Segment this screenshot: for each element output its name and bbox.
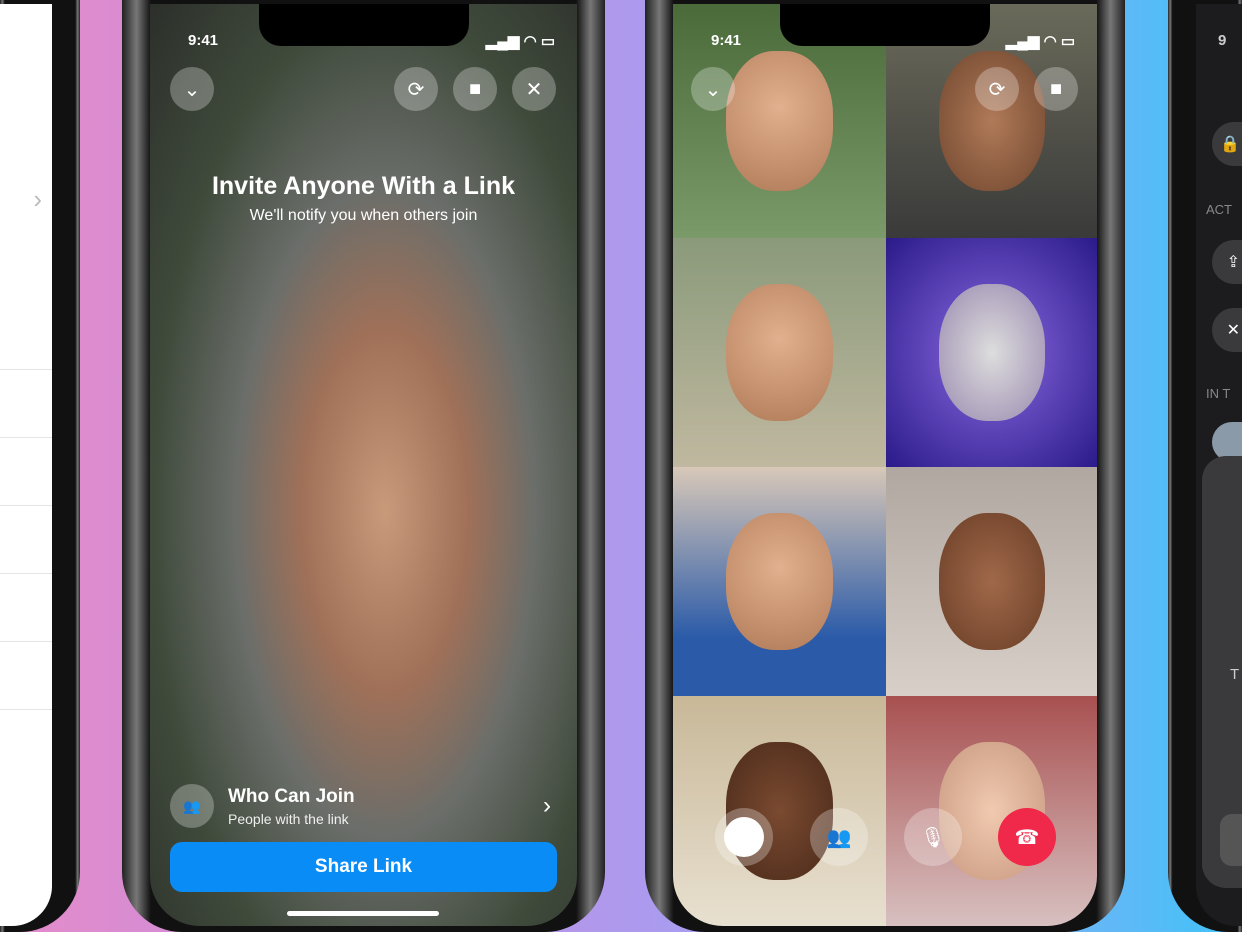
capture-button[interactable] — [715, 808, 773, 866]
phone-4-screen: 9 🔒 ACT ⇪ ✕ IN T T — [1196, 4, 1242, 926]
video-tile-3[interactable] — [673, 238, 886, 467]
video-camera-icon[interactable]: ■ — [1034, 67, 1078, 111]
status-icons: ▂▄▆ ◠ ▭ — [485, 33, 555, 50]
phone-1: › — [0, 0, 80, 932]
microphone-icon[interactable]: 🎙 — [904, 808, 962, 866]
share-icon[interactable]: ⇪ — [1212, 240, 1242, 284]
flip-camera-icon[interactable]: ⟳ — [975, 67, 1019, 111]
end-call-icon[interactable]: ☎ — [998, 808, 1056, 866]
status-icons: ▂▄▆ ◠ ▭ — [1005, 33, 1075, 50]
who-can-join-title: Who Can Join — [228, 786, 355, 807]
settings-list — [0, 302, 52, 762]
phone-2: 9:41 ▂▄▆ ◠ ▭ ⌄ ⟳ ■ ✕ Invite Anyone With … — [122, 0, 605, 932]
phone-2-screen: 9:41 ▂▄▆ ◠ ▭ ⌄ ⟳ ■ ✕ Invite Anyone With … — [150, 4, 577, 926]
video-tile-6[interactable] — [886, 467, 1097, 696]
video-tile-5[interactable] — [673, 467, 886, 696]
video-tile-4[interactable] — [886, 238, 1097, 467]
status-time: 9:41 — [188, 32, 219, 49]
home-indicator — [287, 911, 439, 916]
status-time: 9:41 — [711, 32, 742, 49]
chevron-down-icon[interactable]: ⌄ — [691, 67, 735, 111]
status-time: 9 — [1218, 32, 1227, 49]
section-header-in-call: IN T — [1206, 386, 1231, 401]
video-tile-7[interactable] — [673, 696, 886, 926]
phone-3: 9:41 ▂▄▆ ◠ ▭ ⌄ ⟳ ■ 👥 🎙 ☎ — [645, 0, 1125, 932]
chevron-down-icon[interactable]: ⌄ — [170, 67, 214, 111]
phone-4: 9 🔒 ACT ⇪ ✕ IN T T — [1168, 0, 1242, 932]
invite-title: Invite Anyone With a Link — [211, 172, 516, 200]
chevron-right-icon: › — [543, 792, 551, 819]
sheet-button[interactable] — [1220, 814, 1242, 866]
notch — [780, 4, 990, 46]
who-can-join-subtitle: People with the link — [228, 811, 349, 827]
flip-camera-icon[interactable]: ⟳ — [394, 67, 438, 111]
lock-icon[interactable]: 🔒 — [1212, 122, 1242, 166]
notch — [258, 4, 469, 46]
invite-subtitle: We'll notify you when others join — [249, 207, 478, 224]
video-camera-icon[interactable]: ■ — [453, 67, 497, 111]
close-icon[interactable]: ✕ — [1212, 308, 1242, 352]
phone-1-screen: › — [0, 4, 52, 926]
people-icon[interactable]: 👥 — [810, 808, 868, 866]
who-can-join-row[interactable]: 👥 Who Can Join People with the link › — [170, 784, 557, 830]
section-header-actions: ACT — [1206, 202, 1232, 217]
people-icon: 👥 — [170, 784, 214, 828]
chevron-right-icon[interactable]: › — [33, 184, 42, 215]
sheet-text: T — [1230, 666, 1240, 683]
bottom-sheet: T — [1202, 456, 1242, 888]
share-link-button[interactable]: Share Link — [170, 842, 557, 892]
close-icon[interactable]: ✕ — [512, 67, 556, 111]
phone-3-screen: 9:41 ▂▄▆ ◠ ▭ ⌄ ⟳ ■ 👥 🎙 ☎ — [673, 4, 1097, 926]
